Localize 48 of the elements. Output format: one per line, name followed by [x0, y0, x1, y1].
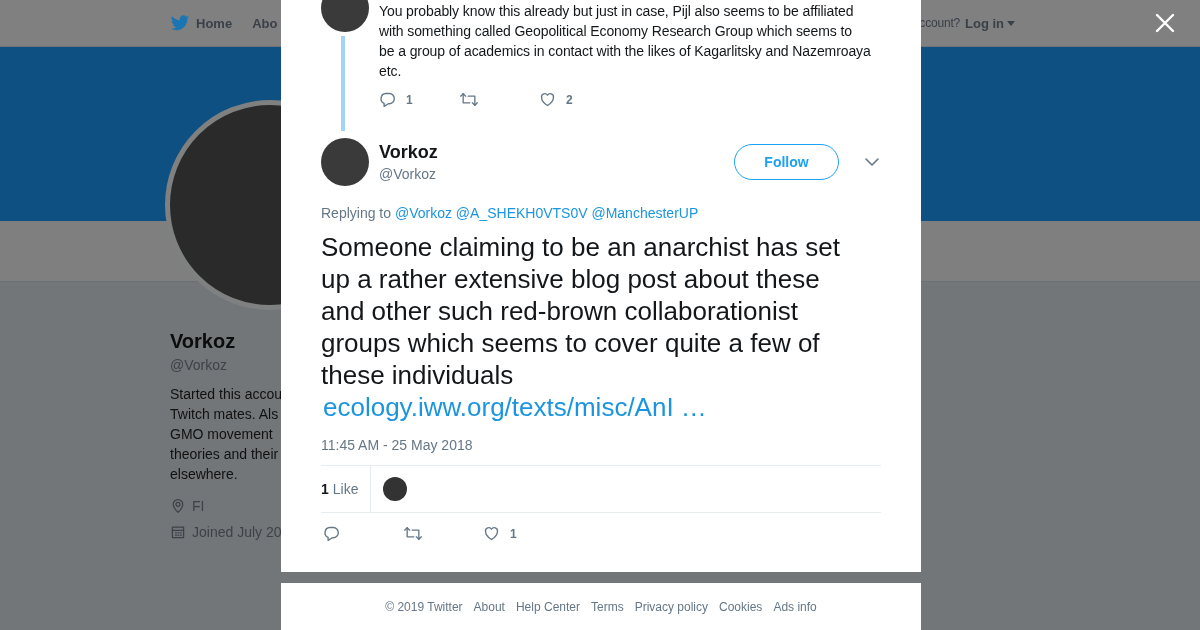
footer-link[interactable]: Privacy policy [634, 599, 708, 614]
footer-link[interactable]: Help Center [515, 599, 580, 614]
close-icon [1155, 13, 1175, 33]
reply-icon [379, 91, 396, 108]
calendar-icon [170, 524, 186, 540]
bird-icon [170, 14, 190, 32]
user-name: Vorkoz [379, 141, 439, 164]
footer-link[interactable]: About [473, 599, 505, 614]
reply-icon [323, 525, 340, 542]
follow-button[interactable]: Follow [734, 144, 839, 180]
tweet-text: Someone claiming to be an anarchist has set up a rather extensive blog post about these and other such red-brown collaborationist groups which seems to cover quite a few of these individuals [321, 231, 841, 391]
footer-link[interactable]: © 2019 Twitter [385, 599, 463, 614]
likes-count-link[interactable]: 1 Like [321, 466, 372, 512]
tweet-link[interactable]: ecology.iww.org/texts/misc/AnI … [321, 391, 709, 423]
location-pin-icon [170, 498, 186, 514]
liker-avatar[interactable] [383, 477, 408, 501]
user-handle: @Vorkoz [379, 165, 437, 184]
tweet-text: You probably know this already but just in case, Pijl also seems to be affiliated with something called Geopolitical Economy Research Group which seems to be a group of academics in contact with the likes of Kagarlitsky and Nazemroaya etc. [379, 2, 871, 81]
bio-line: theories and their [170, 445, 280, 464]
caret-icon [1007, 20, 1015, 26]
like-button[interactable]: 2 [539, 91, 619, 108]
chevron-down-icon [865, 158, 879, 166]
user-avatar [321, 138, 369, 186]
login-link[interactable]: Log in [965, 15, 1015, 31]
retweet-icon [459, 91, 479, 108]
bio-line: GMO movement [170, 425, 274, 444]
mention-link[interactable]: @A_SHEKH0VTS0V [455, 205, 588, 221]
tweet-timestamp: 11:45 AM - 25 May 2018 [321, 437, 474, 453]
footer-link[interactable]: Terms [591, 599, 624, 614]
footer-link[interactable]: Ads info [773, 599, 817, 614]
mention-link[interactable]: @Vorkoz [394, 205, 452, 221]
retweet-icon [403, 525, 423, 542]
bio-line: Twitch mates. Als [170, 405, 280, 424]
heart-icon [483, 525, 500, 542]
nav-link[interactable]: Home [170, 14, 233, 32]
bio-line: elsewhere. [170, 465, 239, 484]
nav-link[interactable]: Abo [252, 15, 278, 31]
close-button[interactable] [1155, 13, 1177, 35]
heart-icon [539, 91, 556, 108]
reply-button[interactable]: 1 [379, 91, 459, 108]
like-button[interactable]: 1 [483, 525, 563, 542]
profile-name: Vorkoz [170, 329, 236, 354]
mention-link[interactable]: @ManchesterUP [591, 205, 699, 221]
footer-link[interactable]: Cookies [719, 599, 763, 614]
bio-line: Started this accou [170, 385, 280, 404]
login-prompt: ccount? [919, 16, 960, 30]
more-button[interactable] [865, 158, 879, 166]
replying-label: Replying to [321, 205, 392, 221]
